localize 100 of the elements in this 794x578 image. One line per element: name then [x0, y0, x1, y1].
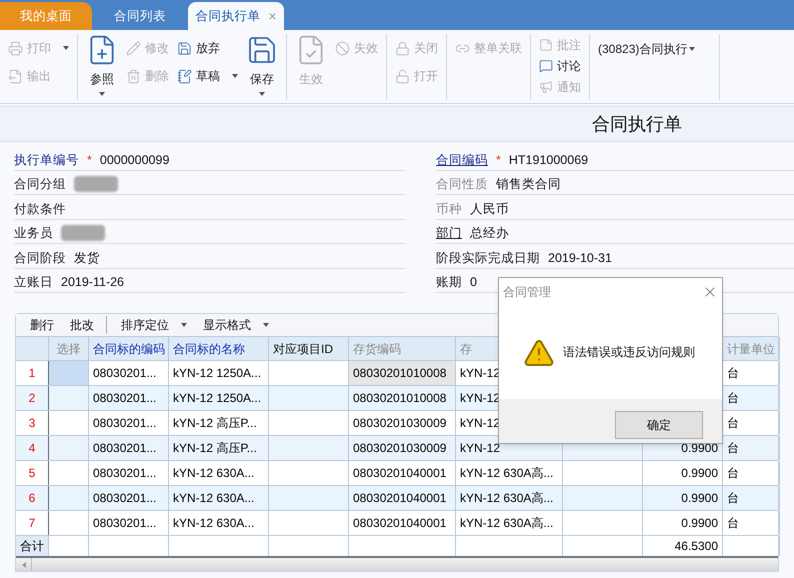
button-label: 输出	[27, 68, 51, 85]
table-cell: 08030201030009	[349, 436, 456, 460]
field-label: 阶段实际完成日期	[436, 250, 540, 267]
table-cell: 0.9900	[643, 461, 723, 485]
field-value: 0000000099	[100, 152, 170, 169]
field-value: 0	[470, 274, 477, 292]
redacted-blur	[61, 225, 105, 241]
caret-icon	[63, 46, 69, 50]
table-cell: kYN-12 630A高...	[456, 461, 563, 485]
table-cell: 08030201...	[89, 361, 169, 385]
warning-icon	[523, 337, 555, 369]
table-cell: 08030201...	[89, 461, 169, 485]
field-label: 业务员	[14, 225, 53, 242]
row-number: 2	[16, 386, 49, 410]
button-label: (30823)合同执行	[598, 41, 688, 58]
dialog-message: 语法错误或违反访问规则	[563, 344, 695, 361]
export-icon	[8, 68, 23, 84]
field-label: 合同性质	[436, 176, 488, 194]
table-cell: kYN-12 高压P...	[169, 411, 269, 435]
megaphone-icon	[539, 80, 553, 94]
table-row[interactable]: 5 08030201... kYN-12 630A... 08030201040001 kYN-12 630A高... 0.9900 台	[16, 461, 778, 486]
table-cell: 0.9900	[643, 511, 723, 535]
table-cell: 台	[723, 461, 780, 485]
table-cell: 08030201...	[89, 486, 169, 510]
field-label: 执行单编号	[14, 152, 79, 169]
toolbar-button[interactable]: 参照	[82, 34, 122, 100]
button-label: 打开	[414, 68, 438, 85]
table-cell: 08030201040001	[349, 461, 456, 485]
table-cell: kYN-12 1250A...	[169, 386, 269, 410]
table-cell: kYN-12 630A...	[169, 486, 269, 510]
pencil-icon	[126, 40, 141, 56]
caret-icon	[99, 92, 105, 96]
table-cell: 08030201...	[89, 386, 169, 410]
table-cell: kYN-12 高压P...	[169, 436, 269, 460]
toolbar-button[interactable]: 草稿	[173, 62, 242, 90]
field-label: 部门	[436, 225, 462, 242]
button-label: 批注	[557, 36, 581, 54]
table-cell: kYN-12 630A高...	[456, 511, 563, 535]
table-row[interactable]: 4 08030201... kYN-12 高压P... 08030201030009 kYN-12 0.9900 台	[16, 436, 778, 461]
button-label: 保存	[250, 71, 274, 88]
field-label: 合同编码	[436, 152, 488, 169]
button-label: 讨论	[557, 58, 581, 74]
caret-icon	[689, 47, 696, 51]
table-cell: 08030201010008	[349, 361, 456, 385]
table-cell: 台	[723, 486, 780, 510]
table-cell: 08030201010008	[349, 386, 456, 410]
form-template-dropdown[interactable]: (30823)合同执行	[594, 34, 700, 64]
table-cell: 08030201030009	[349, 411, 456, 435]
button-label: 整单关联	[474, 40, 522, 57]
ok-button[interactable]: 确定	[615, 411, 703, 439]
table-cell: kYN-12 1250A...	[169, 361, 269, 385]
table-row[interactable]: 6 08030201... kYN-12 630A... 08030201040001 kYN-12 630A高... 0.9900 台	[16, 486, 778, 511]
table-row[interactable]: 7 08030201... kYN-12 630A... 08030201040001 kYN-12 630A高... 0.9900 台	[16, 511, 778, 536]
button-label: 关闭	[414, 40, 438, 57]
required-mark: *	[496, 152, 501, 169]
note-icon	[539, 38, 553, 52]
button-label: 草稿	[196, 68, 220, 85]
printer-icon	[8, 40, 23, 56]
field-value: 销售类合同	[496, 176, 561, 194]
trash-icon	[126, 68, 141, 84]
field-label: 合同阶段	[14, 250, 66, 267]
toolbar-button[interactable]: 放弃	[173, 34, 242, 62]
caret-icon	[259, 92, 265, 96]
grid-toolbar-button[interactable]: 排序定位	[115, 316, 193, 334]
table-cell: 08030201040001	[349, 511, 456, 535]
field-value: 2019-10-31	[548, 250, 612, 267]
table-cell: 台	[723, 511, 780, 535]
column-header: 对应项目ID	[269, 337, 349, 360]
button-label: 打印	[27, 40, 51, 57]
grid-toolbar-button[interactable]: 删行	[24, 316, 60, 334]
table-cell: 08030201...	[89, 411, 169, 435]
table-cell: 08030201...	[89, 511, 169, 535]
chat-icon	[539, 58, 553, 72]
horizontal-scrollbar[interactable]	[16, 556, 778, 571]
column-header: 选择	[49, 337, 89, 360]
toolbar-button[interactable]: 保存	[242, 34, 282, 100]
toolbar-button[interactable]: 讨论	[535, 55, 585, 76]
field-value: 人民币	[470, 200, 509, 218]
table-cell: 08030201...	[89, 436, 169, 460]
row-number: 5	[16, 461, 49, 485]
redacted-blur	[74, 176, 118, 192]
grid-toolbar-button[interactable]: 批改	[64, 316, 107, 334]
tab[interactable]: 合同执行单 ×	[188, 2, 284, 30]
row-number: 3	[16, 411, 49, 435]
lock-icon	[395, 40, 410, 56]
caret-icon	[263, 323, 269, 327]
caret-icon	[232, 74, 238, 78]
form-title: 合同执行单	[592, 112, 682, 136]
field-value: 2019-11-26	[61, 274, 124, 292]
field-value: 总经办	[470, 225, 509, 242]
button-label: 参照	[90, 71, 114, 88]
table-cell: kYN-12 630A...	[169, 511, 269, 535]
table-cell: kYN-12 630A...	[169, 461, 269, 485]
ban-icon	[335, 40, 350, 56]
table-cell: 08030201040001	[349, 486, 456, 510]
selected-cell[interactable]	[49, 361, 89, 385]
notebook-icon	[177, 68, 192, 84]
grid-toolbar-button[interactable]: 显示格式	[197, 316, 275, 334]
column-header: 合同标的名称	[169, 337, 269, 360]
field-value: HT191000069	[508, 152, 588, 169]
